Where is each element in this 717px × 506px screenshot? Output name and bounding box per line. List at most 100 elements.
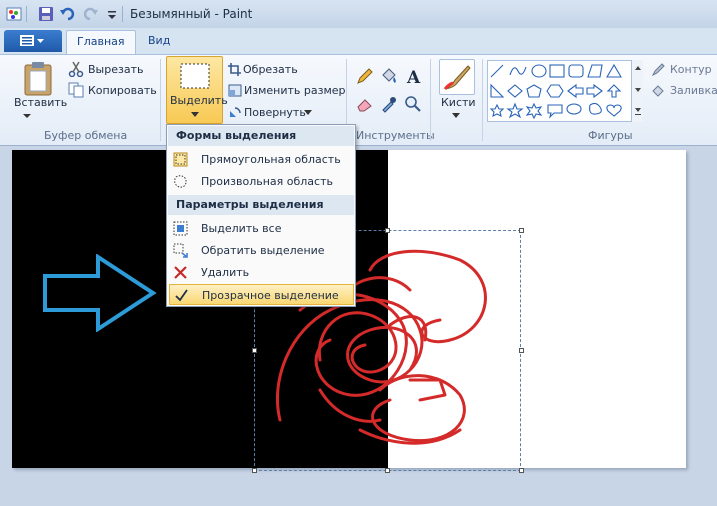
callout-rect-icon [547,104,563,119]
resize-icon [228,84,242,97]
window-title: Безымянный - Paint [130,7,253,21]
crop-icon [228,63,241,76]
undo-icon[interactable] [60,6,76,22]
resize-button[interactable]: Изменить размер [244,84,346,97]
qa-divider [26,6,27,22]
menu-item-label: Обратить выделение [201,244,325,257]
selection-handle-w[interactable] [252,348,257,353]
outline-brush-icon [651,63,665,77]
free-form-selection-icon [174,175,187,188]
magnifier-icon[interactable] [404,95,422,113]
shapes-scroll[interactable] [631,60,643,122]
clipboard-group-label: Буфер обмена [44,129,128,142]
fill-icon [652,85,664,97]
menu-icon [20,35,44,46]
selection-handle-sw[interactable] [252,468,257,473]
paint-app-icon [6,7,22,21]
selection-handle-n[interactable] [385,228,390,233]
selection-handle-ne[interactable] [519,228,524,233]
arrow-left-shape-icon [586,83,603,99]
line-shape-icon [490,64,504,78]
color-picker-icon[interactable] [380,95,398,113]
select-all-icon [173,221,188,236]
cloud-callout-icon [589,102,602,115]
selection-handle-e[interactable] [519,348,524,353]
brushes-button[interactable]: Кисти [441,96,476,109]
ribbon-tab-row: Главная Вид [0,28,717,54]
copy-icon [68,82,84,98]
fill-button[interactable]: Заливка [670,84,717,97]
arrow-annotation-icon [43,254,157,332]
fill-bucket-icon[interactable] [380,67,398,85]
chevron-down-icon[interactable] [304,110,312,115]
title-bar: Безымянный - Paint [0,0,717,28]
paste-icon [24,62,52,96]
tab-home[interactable]: Главная [66,30,136,54]
cut-button[interactable]: Вырезать [88,63,143,76]
chevron-down-icon [191,112,199,117]
menu-item-invert-selection[interactable]: Обратить выделение [169,240,354,261]
menu-header-selection-shapes: Формы выделения [168,126,354,146]
qa-divider [122,6,123,22]
paste-button[interactable]: Вставить [14,96,67,109]
delete-icon [174,266,187,279]
arrow-right-shape-icon [567,83,584,99]
pentagon-shape-icon [526,84,542,98]
chevron-down-icon[interactable] [452,113,460,118]
menu-item-label: Выделить все [201,222,282,235]
copy-button[interactable]: Копировать [88,84,157,97]
menu-header-selection-options: Параметры выделения [168,195,354,215]
tools-group-label: Инструменты [356,129,435,142]
menu-item-rectangular-selection[interactable]: Прямоугольная область [169,149,354,170]
rectangle-shape-icon [549,64,565,78]
ribbon-separator [482,59,483,141]
hexagon-shape-icon [546,84,564,98]
cut-icon [68,61,84,77]
tab-view[interactable]: Вид [138,30,180,54]
menu-item-delete[interactable]: Удалить [169,262,354,283]
curve-shape-icon [509,66,527,76]
outline-button[interactable]: Контур [670,63,712,76]
eraser-icon[interactable] [356,95,374,113]
pencil-icon[interactable] [356,67,374,85]
chevron-down-icon[interactable] [22,113,32,119]
selection-handle-s[interactable] [385,468,390,473]
triangle-shape-icon [606,63,622,78]
right-triangle-shape-icon [490,83,505,98]
arrow-up-shape-icon [606,84,622,98]
scroll-arrows-icon [635,66,641,115]
save-icon[interactable] [38,6,54,22]
ribbon-separator [430,59,431,141]
rotate-button[interactable]: Повернуть [244,106,306,119]
shapes-gallery[interactable] [487,60,643,122]
rectangular-selection-icon [173,152,188,167]
callout-oval-icon [566,103,582,115]
brushes-preview[interactable] [439,59,475,95]
menu-item-label: Произвольная область [201,175,333,188]
shapes-group-label: Фигуры [588,129,633,142]
ribbon-separator [160,59,161,141]
select-rectangle-icon [180,63,210,89]
menu-item-label: Удалить [201,266,250,279]
rotate-icon [230,107,241,117]
paint-menu-button[interactable] [4,30,62,52]
four-point-star-icon [489,103,505,118]
selection-handle-se[interactable] [519,468,524,473]
heart-shape-icon [606,104,622,117]
menu-item-transparent-selection[interactable]: Прозрачное выделение [169,284,354,305]
menu-item-free-form-selection[interactable]: Произвольная область [169,171,354,192]
text-tool-icon[interactable]: A [404,67,422,85]
menu-item-select-all[interactable]: Выделить все [169,218,354,239]
svg-text:A: A [406,68,421,85]
brush-icon [443,65,471,90]
menu-item-label: Прозрачное выделение [202,289,339,302]
rounded-rectangle-shape-icon [568,64,584,78]
customize-toolbar-icon[interactable] [104,6,120,22]
shapes-icons [489,63,622,120]
star-shape-icon [506,102,524,119]
select-button-label: Выделить [170,94,228,107]
redo-icon[interactable] [82,6,98,22]
select-button[interactable]: Выделить [166,56,228,124]
ribbon: Вставить Вырезать Копировать Буфер обмен… [0,54,717,146]
diamond-shape-icon [507,84,523,98]
